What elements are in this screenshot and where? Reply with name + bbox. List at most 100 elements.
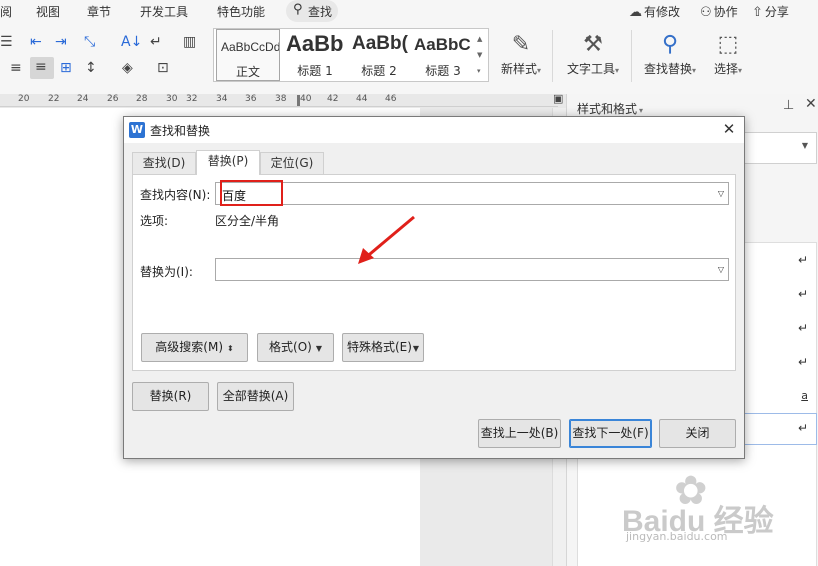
close-button[interactable]: 关闭 <box>659 419 736 448</box>
menu-view[interactable]: 视图 <box>36 3 60 20</box>
replace-all-button[interactable]: 全部替换(A) <box>217 382 294 411</box>
style-heading-1[interactable]: AaBb 标题 1 <box>282 29 348 81</box>
ruler-tick: 40 <box>300 94 312 104</box>
ruler-tick: 24 <box>77 94 89 104</box>
wrench-icon: ⚒ <box>583 32 603 57</box>
ruler-tick: 30 <box>166 94 178 104</box>
tab-find[interactable]: 查找(D) <box>132 152 196 174</box>
chevron-down-icon: ▾ <box>738 66 743 75</box>
share-label: 分享 <box>764 5 789 19</box>
align-left-icon[interactable]: ≡ <box>10 60 22 76</box>
chevron-down-icon[interactable]: ▽ <box>718 265 724 274</box>
revise-button[interactable]: ☁ 有修改 <box>629 3 680 20</box>
text-tools-button[interactable]: ⚒ 文字工具▾ <box>563 32 623 77</box>
replace-input[interactable]: ▽ <box>215 258 729 281</box>
ribbon-divider <box>552 30 553 82</box>
chevron-down-icon: ▼ <box>412 344 420 353</box>
styles-panel-title[interactable]: 样式和格式 ▾ <box>577 100 643 117</box>
decrease-indent-icon[interactable]: ⇤ <box>30 34 42 50</box>
shading-icon[interactable]: ◈ <box>122 60 133 76</box>
paragraph-mark-icon: ↵ <box>797 421 808 435</box>
find-replace-label: 查找替换 <box>643 62 692 76</box>
menu-review[interactable]: 阅 <box>0 3 12 20</box>
ruler-toggle-icon[interactable]: ▣ <box>553 92 563 105</box>
wps-app-icon: W <box>129 122 145 138</box>
select-button[interactable]: ⬚ 选择▾ <box>708 32 748 77</box>
cloud-icon: ☁ <box>629 5 642 20</box>
pin-icon[interactable]: ⊥ <box>783 98 794 113</box>
style-heading-2[interactable]: AaBb( 标题 2 <box>348 29 410 81</box>
collab-label: 协作 <box>713 5 738 19</box>
sort-icon[interactable]: A↓ <box>121 34 142 50</box>
dialog-titlebar[interactable]: W 查找和替换 ✕ <box>124 117 744 143</box>
replace-button[interactable]: 替换(R) <box>132 382 209 411</box>
chevron-down-icon: ▼ <box>801 141 808 150</box>
tab-replace[interactable]: 替换(P) <box>196 150 260 175</box>
gallery-more-icon[interactable]: ▾ <box>477 67 481 75</box>
ruler-tick: 34 <box>216 94 228 104</box>
style-normal[interactable]: AaBbCcDd 正文 <box>216 29 280 81</box>
replace-label: 替换为(I): <box>140 265 193 279</box>
share-icon: ⇧ <box>752 5 763 20</box>
ruler[interactable]: 20 22 24 26 28 30 32 34 36 38 40 42 44 4… <box>0 92 563 107</box>
text-direction-icon[interactable]: ⤡ <box>84 34 95 50</box>
ruler-tick: 20 <box>18 94 30 104</box>
style-heading-3[interactable]: AaBbC 标题 3 <box>410 29 476 81</box>
ruler-tick: 44 <box>356 94 368 104</box>
tab-goto[interactable]: 定位(G) <box>260 152 324 174</box>
select-label: 选择 <box>713 62 738 76</box>
line-break-icon[interactable]: ↵ <box>150 34 162 50</box>
find-previous-button[interactable]: 查找上一处(B) <box>478 419 561 448</box>
revise-label: 有修改 <box>644 5 681 19</box>
close-icon[interactable]: ✕ <box>805 96 817 112</box>
find-next-button[interactable]: 查找下一处(F) <box>569 419 652 448</box>
advanced-search-label: 高级搜索(M) <box>155 340 223 354</box>
dialog-title: 查找和替换 <box>150 124 211 138</box>
border-icon[interactable]: ⊡ <box>157 60 169 76</box>
ruler-tick: 22 <box>48 94 60 104</box>
find-label: 查找内容(N): <box>140 188 211 202</box>
paragraph-mark-icon: ↵ <box>797 321 808 335</box>
line-spacing-icon[interactable]: ↕ <box>85 60 97 76</box>
tab-ruler-icon[interactable]: ▥ <box>183 34 196 50</box>
menu-chapter[interactable]: 章节 <box>87 3 111 20</box>
chevron-down-icon: ▾ <box>639 106 644 115</box>
find-replace-button[interactable]: ⚲ 查找替换▾ <box>640 32 700 77</box>
new-style-button[interactable]: ✎ 新样式▾ <box>497 32 545 77</box>
distribute-icon[interactable]: ⊞ <box>60 60 72 76</box>
close-icon[interactable]: ✕ <box>720 119 738 139</box>
menu-special[interactable]: 特色功能 <box>217 3 265 20</box>
advanced-search-button[interactable]: 高级搜索(M) ⬍ <box>141 333 248 362</box>
menu-search-button[interactable]: ⚲ 查找 <box>286 0 338 22</box>
justify-button[interactable]: ≡ <box>30 57 54 79</box>
format-button[interactable]: 格式(O) ▼ <box>257 333 334 362</box>
chevron-down-icon[interactable]: ▽ <box>718 189 724 198</box>
pen-icon: ✎ <box>511 32 531 57</box>
underline-style-icon: a <box>801 389 808 402</box>
bullet-list-icon[interactable]: ☰ <box>0 34 13 50</box>
format-label: 格式(O) <box>269 340 312 354</box>
increase-indent-icon[interactable]: ⇥ <box>55 34 67 50</box>
menu-search-label: 查找 <box>308 5 333 19</box>
chevron-up-icon[interactable]: ▲ <box>477 35 482 43</box>
special-format-button[interactable]: 特殊格式(E)▼ <box>342 333 424 362</box>
chevron-down-icon[interactable]: ▼ <box>477 51 482 59</box>
find-input[interactable]: 百度 ▽ <box>215 182 729 205</box>
user-icon: ⚇ <box>700 5 712 20</box>
gallery-scroll[interactable]: ▲ ▼ ▾ <box>477 31 487 79</box>
options-value: 区分全/半角 <box>215 214 280 228</box>
new-style-label: 新样式 <box>500 62 537 76</box>
style-label: 标题 1 <box>297 64 333 78</box>
style-label: 正文 <box>235 65 260 79</box>
magnifier-icon: ⚲ <box>661 32 679 57</box>
share-button[interactable]: ⇧ 分享 <box>752 3 789 20</box>
ruler-tick: 32 <box>186 94 198 104</box>
collab-button[interactable]: ⚇ 协作 <box>700 3 738 20</box>
styles-panel-title-text: 样式和格式 <box>577 102 638 116</box>
menu-bar: 阅 视图 章节 开发工具 特色功能 ⚲ 查找 ☁ 有修改 ⚇ 协作 ⇧ 分享 <box>0 0 818 24</box>
style-label: 标题 3 <box>425 64 461 78</box>
annotation-arrow <box>358 215 415 264</box>
chevron-down-icon: ▼ <box>315 344 322 353</box>
menu-developer[interactable]: 开发工具 <box>140 3 188 20</box>
style-preview: AaBbCcDd <box>221 40 280 54</box>
